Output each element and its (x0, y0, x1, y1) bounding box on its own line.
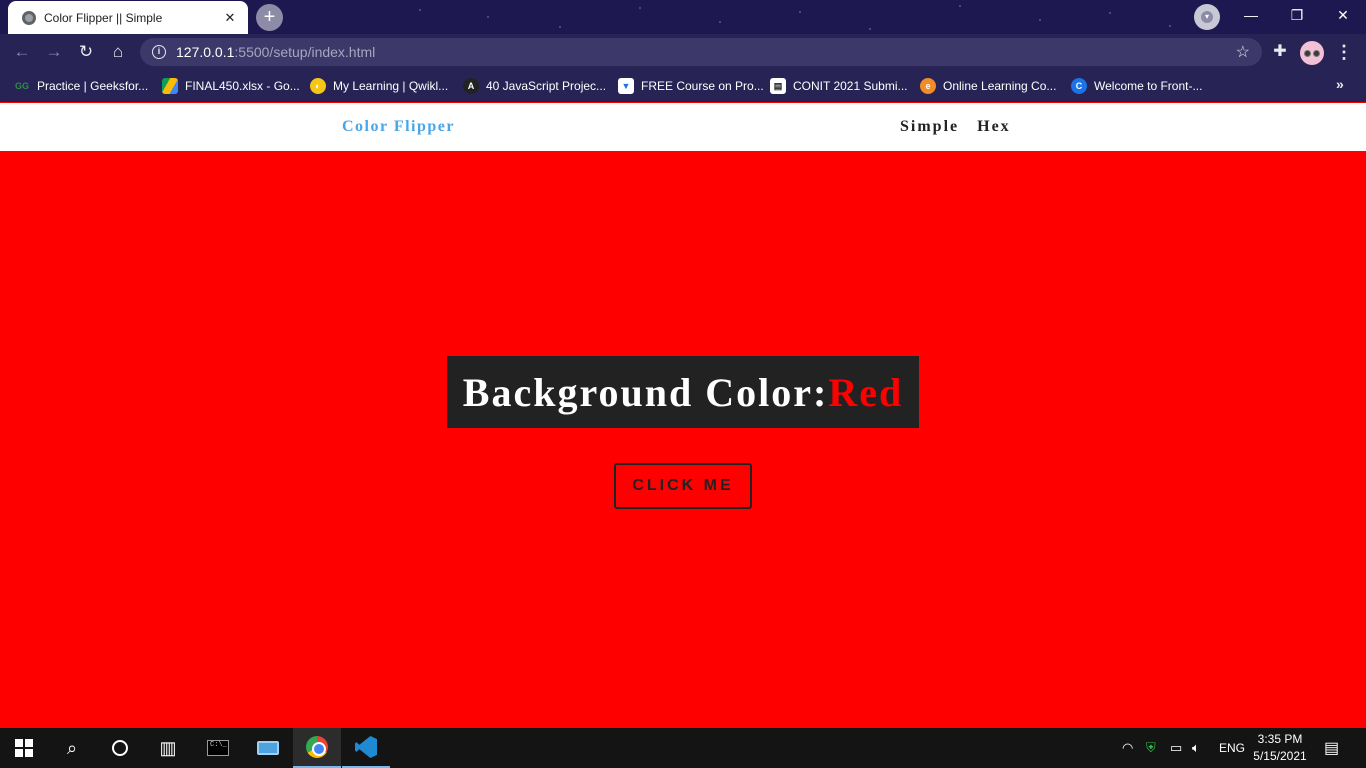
bookmark-item[interactable]: C Welcome to Front-... (1071, 76, 1202, 96)
restore-button[interactable]: ❐ (1274, 0, 1320, 30)
globe-icon (22, 10, 36, 25)
bookmark-star-icon[interactable]: ☆ (1236, 42, 1250, 62)
cortana-icon (112, 740, 128, 756)
profile-avatar[interactable] (1300, 41, 1324, 65)
battery-icon[interactable]: ▭ (1170, 728, 1182, 768)
clock-date: 5/15/2021 (1253, 749, 1307, 763)
site-info-icon[interactable]: i (152, 45, 166, 59)
bookmark-label: FREE Course on Pro... (641, 79, 764, 93)
vscode-icon (355, 736, 377, 758)
vscode-app[interactable] (342, 728, 390, 768)
browser-menu-icon[interactable]: ⋮ (1334, 40, 1354, 64)
nav-link-simple[interactable]: Simple (900, 118, 959, 136)
cortana-button[interactable] (96, 728, 144, 768)
bookmark-item[interactable]: ▼ FREE Course on Pro... (618, 76, 764, 96)
geeksforgeeks-icon: GG (14, 81, 29, 91)
c-icon: C (1071, 78, 1087, 94)
volume-icon[interactable]: 🔈︎ (1192, 728, 1200, 768)
site-navbar: Color Flipper Simple Hex (0, 103, 1366, 151)
laptop-icon (257, 741, 279, 755)
bookmark-label: Online Learning Co... (943, 79, 1057, 93)
chevron-down-icon: ▾ (1201, 11, 1213, 23)
forward-arrow-icon[interactable]: → (42, 40, 66, 64)
nav-link-hex[interactable]: Hex (977, 118, 1011, 136)
this-pc-app[interactable] (244, 728, 292, 768)
bookmark-label: CONIT 2021 Submi... (793, 79, 908, 93)
minimize-button[interactable]: — (1228, 0, 1274, 30)
react-icon: A (463, 78, 479, 94)
browser-tab[interactable]: Color Flipper || Simple ✕ (8, 1, 248, 34)
document-icon: ▤ (770, 78, 786, 94)
more-bookmarks-icon[interactable]: » (1336, 76, 1344, 92)
close-window-button[interactable]: ✕ (1320, 0, 1366, 30)
close-tab-icon[interactable]: ✕ (222, 10, 238, 26)
back-arrow-icon[interactable]: ← (10, 40, 34, 64)
bookmark-item[interactable]: A 40 JavaScript Projec... (463, 76, 606, 96)
notification-center-icon[interactable]: ▤ (1324, 728, 1339, 768)
language-indicator[interactable]: ENG (1219, 728, 1245, 768)
bookmarks-bar: GG Practice | Geeksfor... FINAL450.xlsx … (0, 70, 1366, 102)
home-icon[interactable]: ⌂ (106, 40, 130, 64)
bookmark-label: My Learning | Qwikl... (333, 79, 449, 93)
course-icon: ▼ (618, 78, 634, 94)
brand-logo[interactable]: Color Flipper (342, 118, 455, 136)
color-label: Background Color: (462, 369, 829, 415)
task-view-icon[interactable]: ▥ (144, 728, 192, 768)
click-me-button[interactable]: CLICK ME (614, 463, 752, 509)
bookmark-item[interactable]: e Online Learning Co... (920, 76, 1056, 96)
bookmark-label: FINAL450.xlsx - Go... (185, 79, 300, 93)
qwiklabs-icon: ◐ (310, 78, 326, 94)
bookmark-label: 40 JavaScript Projec... (486, 79, 607, 93)
clock-time: 3:35 PM (1257, 732, 1303, 746)
system-clock[interactable]: 3:35 PM 5/15/2021 (1248, 731, 1312, 765)
reload-icon[interactable]: ↻ (74, 40, 98, 64)
windows-taskbar: ⌕ ▥ C:\_ ◠ ⛨ ▭ 🔈︎ ENG 3:35 PM 5/15/2021 … (0, 728, 1366, 768)
security-shield-icon[interactable]: ⛨ (1146, 728, 1156, 768)
url-path: :5500/setup/index.html (234, 44, 376, 60)
extensions-puzzle-icon[interactable]: ✚ (1270, 40, 1290, 64)
bookmark-item[interactable]: FINAL450.xlsx - Go... (162, 76, 300, 96)
nav-links: Simple Hex (900, 118, 1011, 136)
bookmark-item[interactable]: ◐ My Learning | Qwikl... (310, 76, 448, 96)
main-container: Background Color: Red CLICK ME (0, 151, 1366, 728)
browser-titlebar: Color Flipper || Simple ✕ + ▾ — ❐ ✕ (0, 0, 1366, 34)
network-icon[interactable]: ◠ (1122, 728, 1133, 768)
search-icon[interactable]: ⌕ (48, 728, 96, 768)
bookmark-label: Welcome to Front-... (1094, 79, 1203, 93)
terminal-app[interactable]: C:\_ (194, 728, 242, 768)
google-drive-icon (162, 78, 178, 94)
tab-title: Color Flipper || Simple (44, 10, 163, 25)
color-value: Red (828, 369, 904, 415)
chrome-app[interactable] (293, 728, 341, 768)
tab-search-button[interactable]: ▾ (1194, 4, 1220, 30)
terminal-icon: C:\_ (207, 740, 229, 756)
url-host: 127.0.0.1 (176, 44, 235, 60)
start-button[interactable] (0, 728, 48, 768)
color-display: Background Color: Red (447, 356, 919, 428)
chrome-icon (306, 736, 328, 758)
bookmark-item[interactable]: ▤ CONIT 2021 Submi... (770, 76, 908, 96)
bookmark-item[interactable]: GG Practice | Geeksfor... (14, 76, 148, 96)
new-tab-button[interactable]: + (256, 4, 283, 31)
browser-toolbar: ← → ↻ ⌂ i 127.0.0.1:5500/setup/index.htm… (0, 34, 1366, 70)
edureka-icon: e (920, 78, 936, 94)
windows-logo-icon (15, 739, 33, 757)
address-bar[interactable]: i 127.0.0.1:5500/setup/index.html ☆ (140, 38, 1262, 66)
bookmark-label: Practice | Geeksfor... (37, 79, 149, 93)
